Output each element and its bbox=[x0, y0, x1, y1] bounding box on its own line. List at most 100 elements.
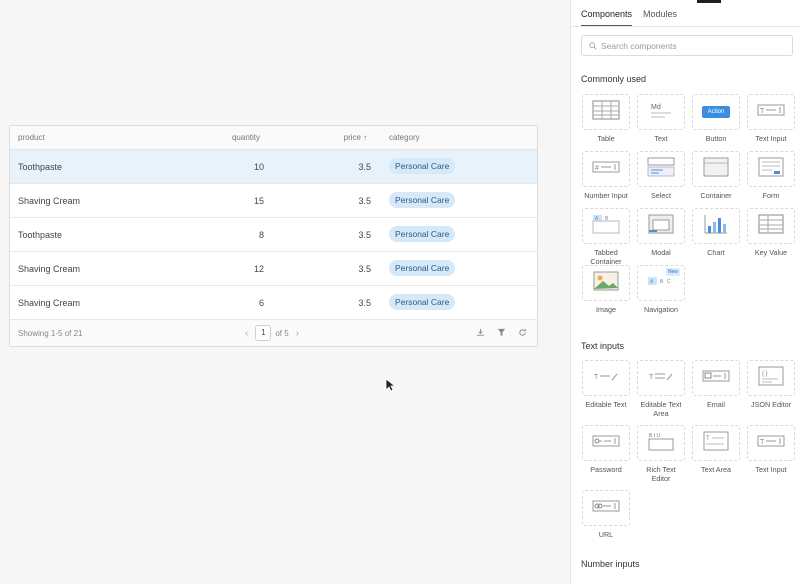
table-row[interactable]: Toothpaste 10 3.5 Personal Care bbox=[10, 150, 537, 184]
tile-label: Text bbox=[654, 134, 668, 143]
cell-product: Shaving Cream bbox=[18, 196, 81, 206]
action-button-preview: Action bbox=[701, 106, 731, 118]
table-footer: Showing 1-5 of 21 ‹ 1 of 5 › bbox=[10, 319, 537, 346]
page-number-input[interactable]: 1 bbox=[255, 325, 272, 341]
category-tag: Personal Care bbox=[389, 226, 456, 242]
search-input[interactable]: Search components bbox=[581, 35, 793, 56]
svg-text:T: T bbox=[706, 436, 710, 442]
table-row[interactable]: Shaving Cream 15 3.5 Personal Care bbox=[10, 184, 537, 218]
tile-label: Button bbox=[705, 134, 727, 143]
svg-text:C: C bbox=[667, 279, 671, 285]
svg-text:#: # bbox=[595, 165, 599, 172]
tile-label: Select bbox=[651, 191, 671, 200]
sort-ascending-icon: ↑ bbox=[363, 133, 367, 142]
rich-text-editor-icon: B I U bbox=[646, 429, 676, 458]
component-tile-text-input[interactable]: T Text Input bbox=[746, 425, 796, 474]
svg-text:{ }: { } bbox=[762, 371, 768, 377]
tile-label: Tabbed Container bbox=[590, 248, 622, 266]
component-tile-navigation[interactable]: A B C New Navigation bbox=[636, 265, 686, 314]
json-editor-icon: { } bbox=[756, 364, 786, 393]
table-row[interactable]: Toothpaste 8 3.5 Personal Care bbox=[10, 218, 537, 252]
panel-top-indicator bbox=[697, 0, 721, 3]
filter-icon[interactable] bbox=[497, 328, 506, 339]
cell-price: 3.5 bbox=[358, 196, 371, 206]
table-row[interactable]: Shaving Cream 6 3.5 Personal Care bbox=[10, 286, 537, 320]
section-commonly-used: Commonly used bbox=[581, 74, 647, 84]
component-tile-number-input[interactable]: # Number Input bbox=[581, 151, 631, 200]
component-tile-select[interactable]: Select bbox=[636, 151, 686, 200]
component-tile-tabbed-container[interactable]: A B Tabbed Container bbox=[581, 208, 631, 266]
component-tile-editable-text-area[interactable]: T Editable Text Area bbox=[636, 360, 686, 418]
component-tile-container[interactable]: Container bbox=[691, 151, 741, 200]
svg-text:B: B bbox=[660, 279, 664, 285]
download-icon[interactable] bbox=[476, 328, 485, 339]
cell-category: Personal Care bbox=[389, 158, 456, 174]
tab-components[interactable]: Components bbox=[581, 9, 633, 27]
column-header-price[interactable]: price ↑ bbox=[344, 133, 367, 142]
editable-text-icon: T bbox=[591, 364, 621, 393]
form-icon bbox=[756, 155, 786, 184]
svg-text:Md: Md bbox=[651, 104, 661, 111]
tile-label: Number Input bbox=[584, 191, 628, 200]
tile-label: Container bbox=[700, 191, 732, 200]
text-area-icon: T bbox=[701, 429, 731, 458]
column-header-quantity[interactable]: quantity bbox=[232, 133, 260, 142]
column-header-price-label: price bbox=[343, 133, 361, 142]
search-icon bbox=[589, 41, 597, 49]
component-tile-text[interactable]: Md Text bbox=[636, 94, 686, 143]
component-tile-rich-text-editor[interactable]: B I U Rich Text Editor bbox=[636, 425, 686, 483]
cell-price: 3.5 bbox=[358, 264, 371, 274]
component-tile-text-area[interactable]: T Text Area bbox=[691, 425, 741, 474]
tab-modules[interactable]: Modules bbox=[643, 9, 677, 27]
cell-quantity: 10 bbox=[253, 162, 264, 172]
component-tile-email[interactable]: Email bbox=[691, 360, 741, 409]
password-icon bbox=[591, 429, 621, 458]
component-tile-key-value[interactable]: Key Value bbox=[746, 208, 796, 257]
component-tile-url[interactable]: URL bbox=[581, 490, 631, 539]
cell-category: Personal Care bbox=[389, 260, 456, 276]
component-tile-form[interactable]: Form bbox=[746, 151, 796, 200]
svg-text:B I U: B I U bbox=[649, 433, 661, 439]
text-input-icon: T bbox=[756, 429, 786, 458]
modal-icon bbox=[646, 212, 676, 241]
tile-label: Modal bbox=[651, 248, 671, 257]
component-tile-chart[interactable]: Chart bbox=[691, 208, 741, 257]
column-header-category[interactable]: category bbox=[389, 133, 420, 142]
component-tile-table[interactable]: Table bbox=[581, 94, 631, 143]
table-widget[interactable]: product quantity price ↑ category Toothpa… bbox=[9, 125, 538, 347]
refresh-icon[interactable] bbox=[518, 328, 527, 339]
row-count-label: Showing 1-5 of 21 bbox=[18, 328, 83, 338]
container-icon bbox=[701, 155, 731, 184]
tile-label: Password bbox=[590, 465, 622, 474]
cell-price: 3.5 bbox=[358, 298, 371, 308]
tabbed-container-icon: AB bbox=[591, 212, 621, 241]
tile-label: Table bbox=[597, 134, 615, 143]
text-icon: Md bbox=[646, 98, 676, 127]
component-tile-button[interactable]: Action Button bbox=[691, 94, 741, 143]
table-row[interactable]: Shaving Cream 12 3.5 Personal Care bbox=[10, 252, 537, 286]
component-tile-modal[interactable]: Modal bbox=[636, 208, 686, 257]
tile-label: Text Input bbox=[755, 465, 787, 474]
cell-quantity: 6 bbox=[258, 298, 264, 308]
next-page-button[interactable]: › bbox=[293, 328, 302, 339]
column-header-product[interactable]: product bbox=[18, 133, 45, 142]
component-tile-editable-text[interactable]: T Editable Text bbox=[581, 360, 631, 409]
prev-page-button[interactable]: ‹ bbox=[242, 328, 251, 339]
component-tile-image[interactable]: Image bbox=[581, 265, 631, 314]
component-tile-json-editor[interactable]: { } JSON Editor bbox=[746, 360, 796, 409]
cell-price: 3.5 bbox=[358, 162, 371, 172]
page-count-label: of 5 bbox=[275, 328, 289, 338]
section-text-inputs: Text inputs bbox=[581, 341, 625, 351]
svg-text:T: T bbox=[760, 108, 765, 115]
category-tag: Personal Care bbox=[389, 158, 456, 174]
pagination: ‹ 1 of 5 › bbox=[242, 325, 302, 341]
category-tag: Personal Care bbox=[389, 192, 456, 208]
image-icon bbox=[591, 269, 621, 298]
panel-tabs: Components Modules bbox=[581, 9, 677, 27]
component-tile-text-input[interactable]: T Text Input bbox=[746, 94, 796, 143]
tabs-divider bbox=[571, 26, 800, 27]
search-placeholder: Search components bbox=[601, 40, 677, 51]
tile-label: Editable Text Area bbox=[640, 400, 682, 418]
component-tile-password[interactable]: Password bbox=[581, 425, 631, 474]
tile-label: Editable Text bbox=[585, 400, 627, 409]
